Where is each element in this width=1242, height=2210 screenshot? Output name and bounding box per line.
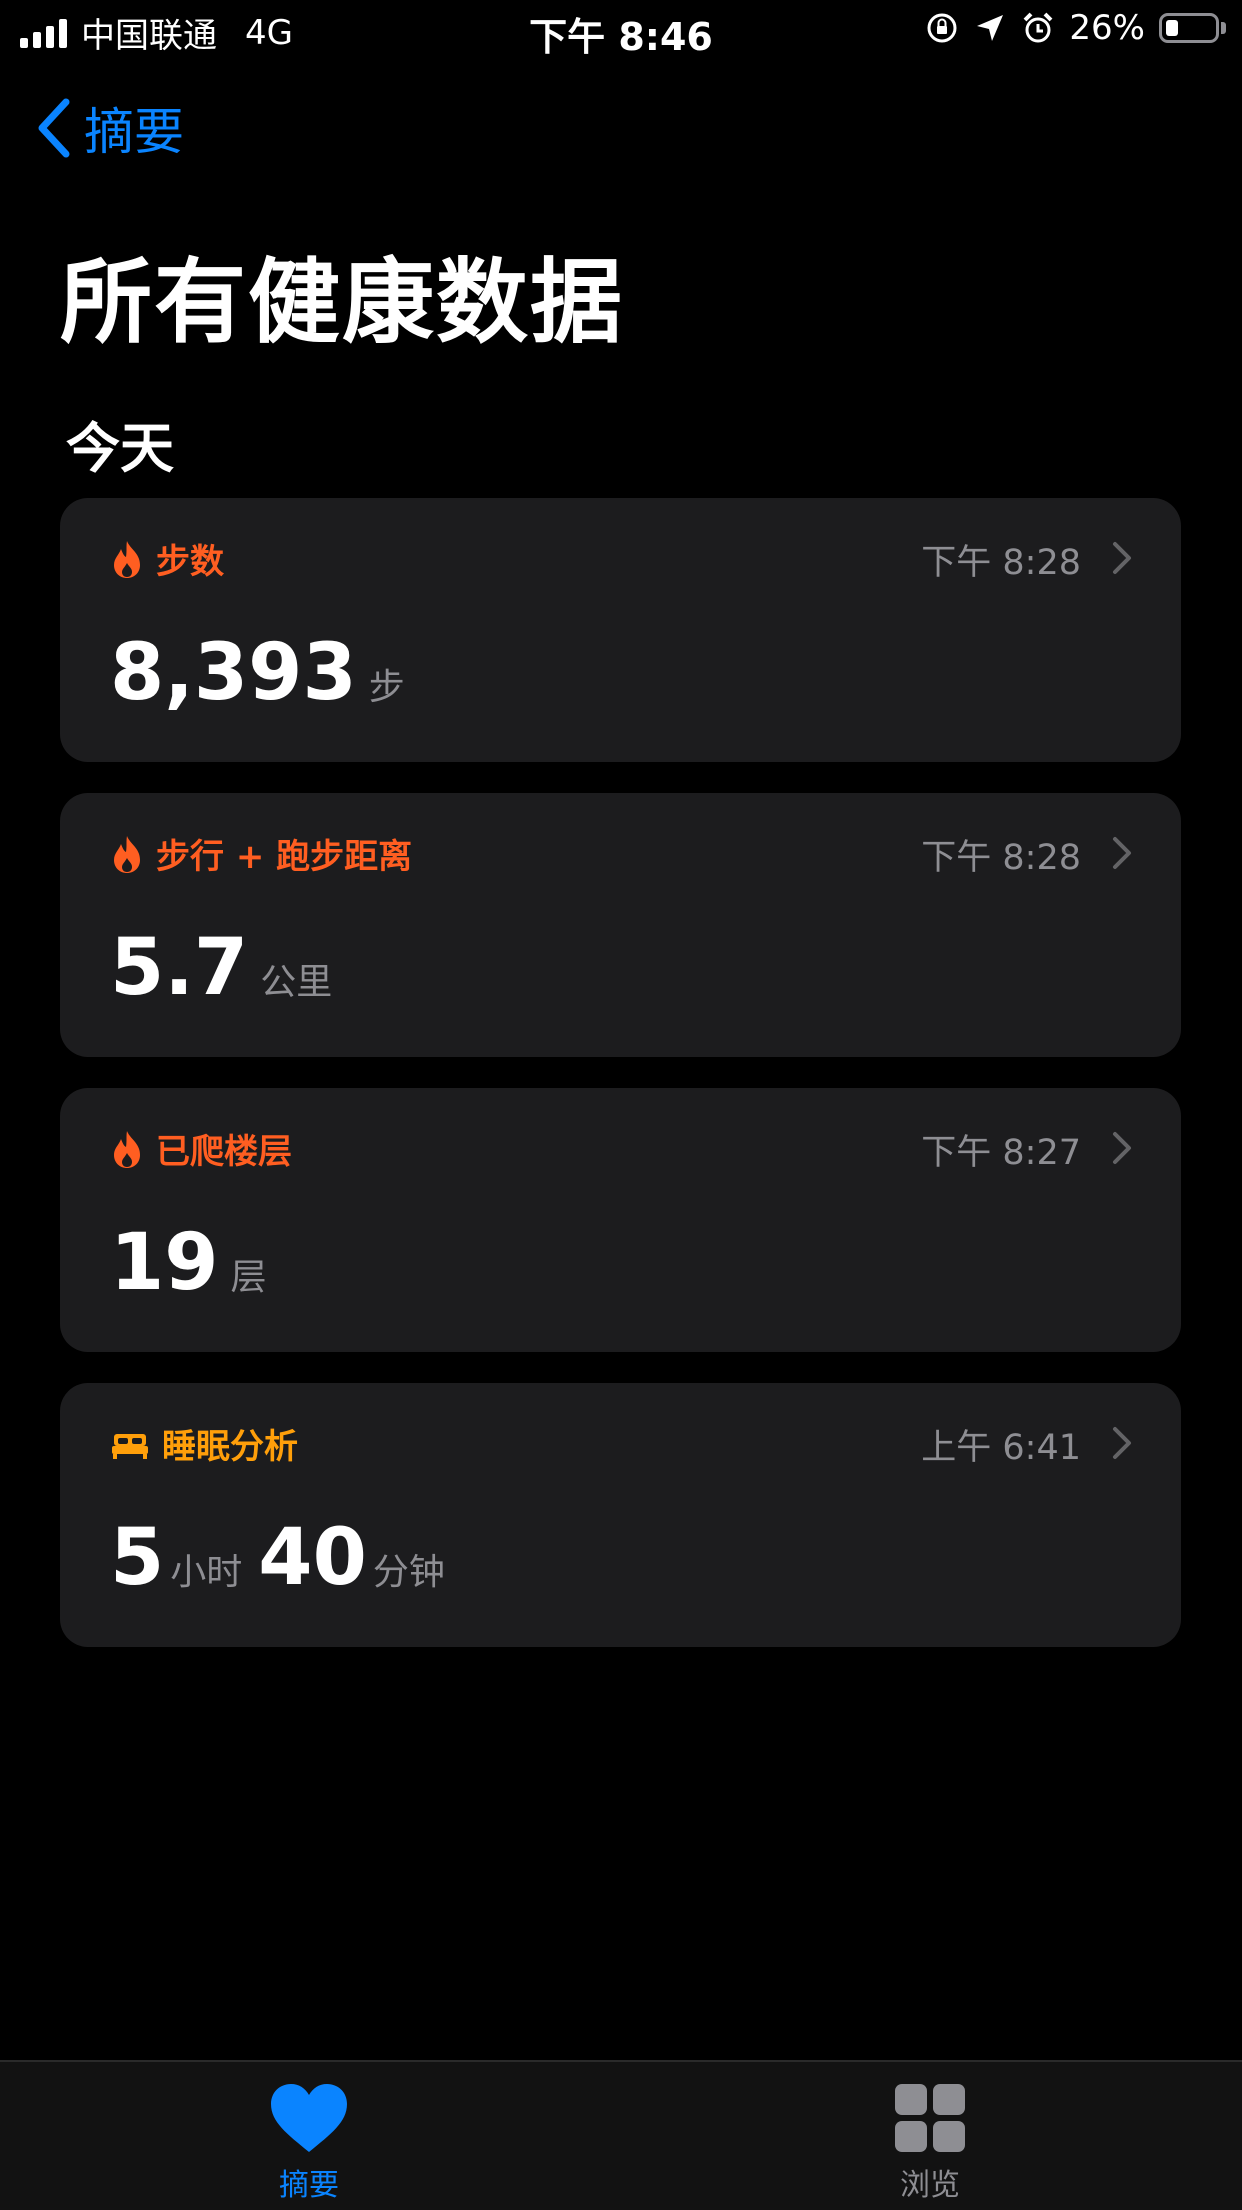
chevron-right-icon bbox=[1113, 1427, 1131, 1459]
chevron-right-icon bbox=[1113, 542, 1131, 574]
card-header: 步行 + 跑步距离 bbox=[110, 829, 412, 878]
status-right: 26% bbox=[925, 8, 1226, 48]
battery-fill bbox=[1166, 20, 1178, 36]
tab-label: 浏览 bbox=[900, 2168, 960, 2203]
tab-summary[interactable]: 摘要 bbox=[209, 2082, 409, 2204]
card-category: 步行 + 跑步距离 bbox=[156, 837, 413, 877]
card-time: 上午 6:41 bbox=[921, 1428, 1081, 1468]
card-steps[interactable]: 步数 下午 8:28 8,393 步 bbox=[60, 498, 1181, 762]
card-value: 19 层 bbox=[110, 1218, 283, 1308]
tab-label: 摘要 bbox=[279, 2168, 339, 2203]
value-unit: 步 bbox=[368, 667, 405, 708]
card-value: 5 小时 40 分钟 bbox=[110, 1513, 461, 1603]
location-arrow-icon bbox=[977, 15, 1004, 41]
value-number: 19 bbox=[110, 1218, 219, 1308]
card-time: 下午 8:27 bbox=[921, 1133, 1081, 1173]
card-header: 已爬楼层 bbox=[110, 1124, 292, 1173]
card-category: 睡眠分析 bbox=[162, 1427, 298, 1467]
orientation-lock-icon bbox=[927, 13, 957, 43]
card-value: 5.7 公里 bbox=[110, 923, 348, 1013]
chevron-left-icon bbox=[38, 98, 70, 158]
value-unit: 公里 bbox=[260, 962, 333, 1003]
flame-icon bbox=[114, 540, 140, 578]
tab-bar: 摘要 浏览 bbox=[0, 2060, 1242, 2210]
value-unit: 层 bbox=[230, 1257, 267, 1298]
card-walking-running-distance[interactable]: 步行 + 跑步距离 下午 8:28 5.7 公里 bbox=[60, 793, 1181, 1057]
bed-icon bbox=[112, 1433, 148, 1459]
card-flights-climbed[interactable]: 已爬楼层 下午 8:27 19 层 bbox=[60, 1088, 1181, 1352]
card-sleep-analysis[interactable]: 睡眠分析 上午 6:41 5 小时 40 分钟 bbox=[60, 1383, 1181, 1647]
value-hours: 5 bbox=[110, 1513, 165, 1603]
battery-icon bbox=[1159, 13, 1219, 43]
chevron-right-icon bbox=[1113, 837, 1131, 869]
card-header: 睡眠分析 bbox=[110, 1419, 298, 1468]
back-button[interactable]: 摘要 bbox=[34, 92, 184, 164]
card-category: 已爬楼层 bbox=[156, 1132, 292, 1172]
status-bar: 中国联通 4G 下午 8:46 26% bbox=[0, 0, 1242, 62]
flame-icon bbox=[114, 835, 140, 873]
card-time: 下午 8:28 bbox=[921, 543, 1081, 583]
unit-hours: 小时 bbox=[170, 1552, 243, 1593]
flame-icon bbox=[114, 1130, 140, 1168]
value-number: 5.7 bbox=[110, 923, 249, 1013]
grid-icon bbox=[895, 2084, 965, 2152]
card-value: 8,393 步 bbox=[110, 628, 421, 718]
value-number: 8,393 bbox=[110, 628, 357, 718]
page-title: 所有健康数据 bbox=[60, 249, 625, 356]
value-minutes: 40 bbox=[258, 1513, 367, 1603]
chevron-right-icon bbox=[1113, 1132, 1131, 1164]
section-title-today: 今天 bbox=[66, 417, 174, 480]
card-time: 下午 8:28 bbox=[921, 838, 1081, 878]
card-category: 步数 bbox=[156, 542, 224, 582]
card-header: 步数 bbox=[110, 534, 224, 583]
tab-browse[interactable]: 浏览 bbox=[830, 2082, 1030, 2204]
alarm-clock-icon bbox=[1024, 12, 1053, 43]
battery-percent: 26% bbox=[1069, 8, 1145, 48]
back-label: 摘要 bbox=[84, 103, 184, 161]
unit-minutes: 分钟 bbox=[372, 1552, 445, 1593]
heart-icon bbox=[271, 2084, 347, 2152]
battery-cap bbox=[1221, 22, 1226, 34]
